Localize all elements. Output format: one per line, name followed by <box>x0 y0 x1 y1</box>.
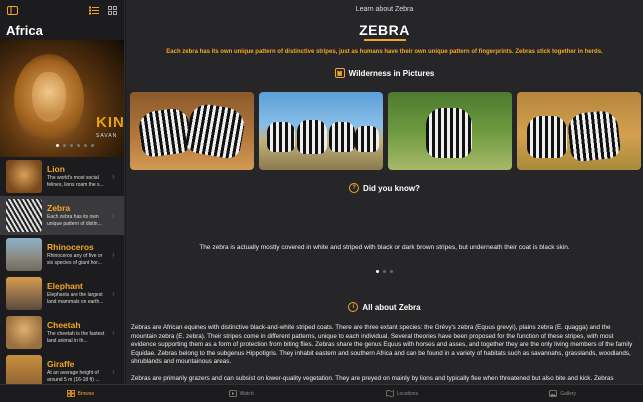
list-item-desc: Each zebra has its own unique pattern of… <box>47 214 102 227</box>
list-item-title: Rhinoceros <box>47 242 94 252</box>
wilderness-header: ▣ Wilderness in Pictures <box>126 68 643 78</box>
elephant-thumbnail <box>6 277 42 310</box>
tab-label: Gallery <box>560 390 577 397</box>
list-item-desc: Elephants are the largest land mammals o… <box>47 292 104 305</box>
app-window: Africa KIN SAVAN Lion The world's most so… <box>0 0 643 402</box>
list-item-title: Lion <box>47 164 65 174</box>
tab-label: Locations <box>396 390 419 397</box>
lion-thumbnail <box>6 160 42 193</box>
watch-icon <box>228 390 237 397</box>
featured-hero-banner[interactable]: KIN SAVAN <box>0 40 124 157</box>
did-you-know-text: The zebra is actually mostly covered in … <box>199 244 570 251</box>
grid-view-icon[interactable] <box>106 4 118 16</box>
list-item-cheetah[interactable]: Cheetah The cheetah is the fastest land a… <box>0 313 124 352</box>
list-view-icon[interactable] <box>88 4 100 16</box>
info-icon: i <box>348 302 359 312</box>
about-paragraph: Zebras are African equines with distinct… <box>131 324 633 366</box>
wilderness-title: Wilderness in Pictures <box>348 68 435 78</box>
did-you-know-title: Did you know? <box>363 183 420 193</box>
window-title: Learn about Zebra <box>355 6 414 13</box>
photo-icon: ▣ <box>334 68 345 78</box>
highlight-fact: Each zebra has its own unique pattern of… <box>166 49 603 55</box>
chevron-right-icon: › <box>112 367 115 376</box>
list-item-desc: Rhinoceros any of five or six species of… <box>47 253 103 266</box>
zebra-photo[interactable] <box>259 92 383 170</box>
zebra-photo[interactable] <box>388 92 512 170</box>
question-icon: ? <box>349 183 360 193</box>
chevron-right-icon: › <box>112 289 115 298</box>
zebra-thumbnail <box>6 199 42 232</box>
gallery-icon <box>549 390 558 397</box>
animal-title: ZEBRA <box>359 22 410 38</box>
tab-bar: Browse Watch Locations Gallery <box>0 384 643 402</box>
hero-page-indicator[interactable] <box>56 144 94 147</box>
title-underline <box>363 39 406 41</box>
about-text: Zebras are African equines with distinct… <box>131 324 637 384</box>
list-item-lion[interactable]: Lion The world's most social felines, lio… <box>0 157 124 196</box>
tab-watch[interactable]: Watch <box>161 385 322 402</box>
chevron-right-icon: › <box>112 211 115 220</box>
list-item-desc: The cheetah is the fastest land animal i… <box>47 331 105 344</box>
list-item-elephant[interactable]: Elephant Elephants are the largest land m… <box>0 274 124 313</box>
sidebar: Africa KIN SAVAN Lion The world's most so… <box>0 0 125 384</box>
list-item-title: Elephant <box>47 281 83 291</box>
browse-icon <box>66 390 75 397</box>
tab-locations[interactable]: Locations <box>322 385 483 402</box>
list-item-zebra[interactable]: Zebra Each zebra has its own unique patte… <box>0 196 124 235</box>
tab-label: Browse <box>77 390 95 397</box>
hero-sublabel: SAVAN <box>96 133 118 139</box>
animal-list: Lion The world's most social felines, lio… <box>0 157 124 384</box>
zebra-photo[interactable] <box>130 92 254 170</box>
list-item-desc: The world's most social felines, lions r… <box>47 175 104 188</box>
sidebar-toggle-icon[interactable] <box>6 4 18 16</box>
about-paragraph: Zebras are primarily grazers and can sub… <box>131 374 614 382</box>
chevron-right-icon: › <box>112 328 115 337</box>
chevron-right-icon: › <box>112 172 115 181</box>
tab-label: Watch <box>239 390 254 397</box>
about-header: i All about Zebra <box>126 302 643 312</box>
did-you-know-header: ? Did you know? <box>126 183 643 193</box>
cheetah-thumbnail <box>6 316 42 349</box>
list-item-desc: At an average height of around 5 m (16-1… <box>47 370 100 383</box>
tab-gallery[interactable]: Gallery <box>482 385 643 402</box>
chevron-right-icon: › <box>112 250 115 259</box>
zebra-photo[interactable] <box>517 92 641 170</box>
list-item-rhinoceros[interactable]: Rhinoceros Rhinoceros any of five or six … <box>0 235 124 274</box>
map-icon <box>385 390 394 397</box>
list-item-title: Giraffe <box>47 359 75 369</box>
list-item-giraffe[interactable]: Giraffe At an average height of around 5 … <box>0 352 124 384</box>
detail-pane: Learn about Zebra ZEBRA Each zebra has i… <box>126 0 643 384</box>
region-title: Africa <box>6 23 43 38</box>
photo-carousel[interactable] <box>130 92 641 170</box>
fact-page-indicator[interactable] <box>376 270 393 273</box>
hero-label: KIN <box>96 114 124 131</box>
list-item-title: Cheetah <box>47 320 81 330</box>
tab-browse[interactable]: Browse <box>0 385 161 402</box>
list-item-title: Zebra <box>47 203 71 213</box>
sidebar-toolbar <box>0 0 124 20</box>
giraffe-thumbnail <box>6 355 42 384</box>
rhinoceros-thumbnail <box>6 238 42 271</box>
about-title: All about Zebra <box>362 302 421 312</box>
